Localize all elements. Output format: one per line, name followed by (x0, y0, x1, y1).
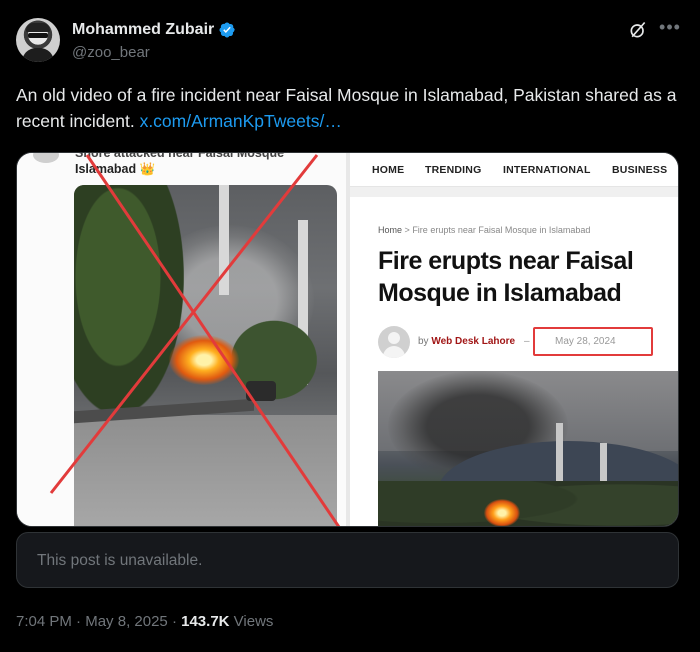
nav-trending: TRENDING (425, 164, 482, 176)
post-header: Mohammed Zubair @zoo_bear ••• (16, 14, 684, 68)
post-media[interactable]: Shore attacked near Faisal Mosque Islama… (16, 152, 679, 527)
author-avatar[interactable] (16, 18, 60, 62)
meta-separator-1: · (76, 613, 82, 630)
article-photo (378, 371, 678, 526)
byline: by Web Desk Lahore (418, 336, 515, 347)
verified-badge-icon (219, 22, 235, 38)
author-handle[interactable]: @zoo_bear (72, 44, 150, 61)
author-name-row: Mohammed Zubair (72, 21, 236, 39)
more-icon[interactable]: ••• (656, 16, 684, 44)
breadcrumb-current: Fire erupts near Faisal Mosque in Islama… (412, 225, 591, 235)
article-headline: Fire erupts near Faisal Mosque in Islama… (378, 247, 634, 307)
byline-prefix: by (418, 336, 429, 347)
byline-author: Web Desk Lahore (431, 336, 516, 347)
breadcrumb: Home > Fire erupts near Faisal Mosque in… (378, 225, 590, 235)
byline-avatar (378, 326, 410, 358)
post-time[interactable]: 7:04 PM (16, 613, 72, 630)
news-nav: HOME TRENDING INTERNATIONAL BUSINESS (350, 153, 678, 187)
post-body: An old video of a fire incident near Fai… (16, 85, 677, 131)
views-count[interactable]: 143.7K (181, 613, 229, 630)
post-text: An old video of a fire incident near Fai… (16, 82, 686, 134)
article-date: May 28, 2024 (555, 336, 616, 347)
post-date[interactable]: May 8, 2025 (85, 613, 168, 630)
author-display-name[interactable]: Mohammed Zubair (72, 21, 214, 39)
breadcrumb-home: Home (378, 225, 403, 235)
nav-gap (350, 187, 678, 197)
views-label: Views (233, 613, 274, 630)
red-cross-mark-icon (49, 154, 341, 526)
byline-dash: – (524, 336, 530, 347)
news-article-image: HOME TRENDING INTERNATIONAL BUSINESS Hom… (350, 153, 678, 526)
post-meta: 7:04 PM · May 8, 2025 · 143.7K Views (16, 613, 273, 630)
post-link[interactable]: x.com/ArmanKpTweets/… (140, 111, 342, 131)
meta-separator-2: · (171, 613, 177, 630)
fake-video-image: Shore attacked near Faisal Mosque Islama… (17, 153, 346, 526)
nav-international: INTERNATIONAL (503, 164, 591, 176)
nav-business: BUSINESS (612, 164, 668, 176)
breadcrumb-separator: > (404, 225, 410, 235)
grok-icon[interactable] (628, 20, 648, 40)
quoted-post-unavailable[interactable]: This post is unavailable. (16, 532, 679, 588)
nav-home: HOME (372, 164, 405, 176)
unavailable-text: This post is unavailable. (37, 552, 203, 569)
